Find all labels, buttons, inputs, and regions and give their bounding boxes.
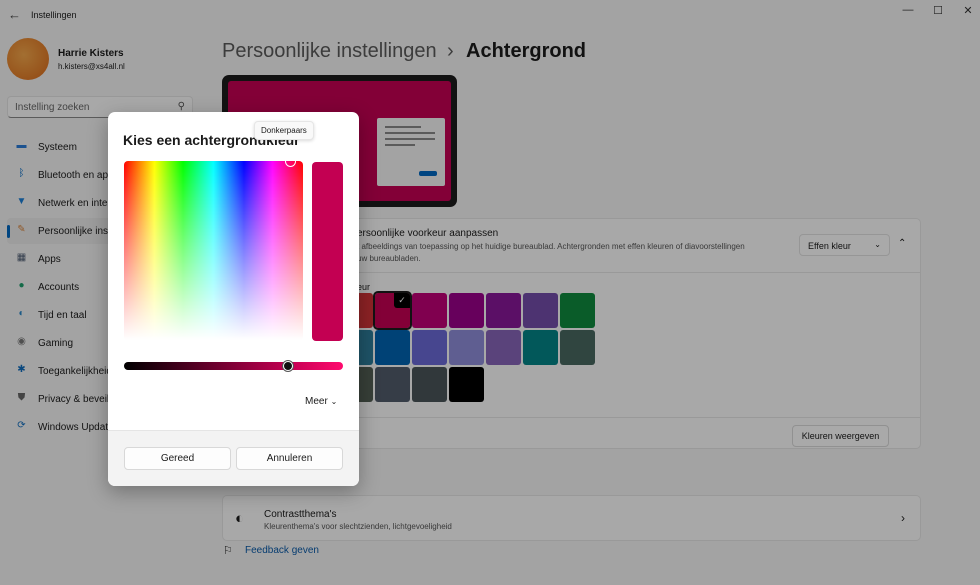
color-spectrum[interactable] bbox=[124, 161, 303, 340]
chevron-down-icon: ⌄ bbox=[330, 397, 338, 406]
cancel-button[interactable]: Annuleren bbox=[236, 447, 343, 470]
color-picker-dialog: Kies een achtergrondkleur Donkerpaars Me… bbox=[108, 112, 359, 486]
brightness-slider[interactable] bbox=[124, 362, 343, 370]
tooltip: Donkerpaars bbox=[254, 121, 314, 140]
color-preview bbox=[312, 162, 343, 341]
more-toggle[interactable]: Meer ⌄ bbox=[305, 396, 337, 407]
done-button[interactable]: Gereed bbox=[124, 447, 231, 470]
spectrum-picker-handle[interactable] bbox=[285, 156, 296, 167]
